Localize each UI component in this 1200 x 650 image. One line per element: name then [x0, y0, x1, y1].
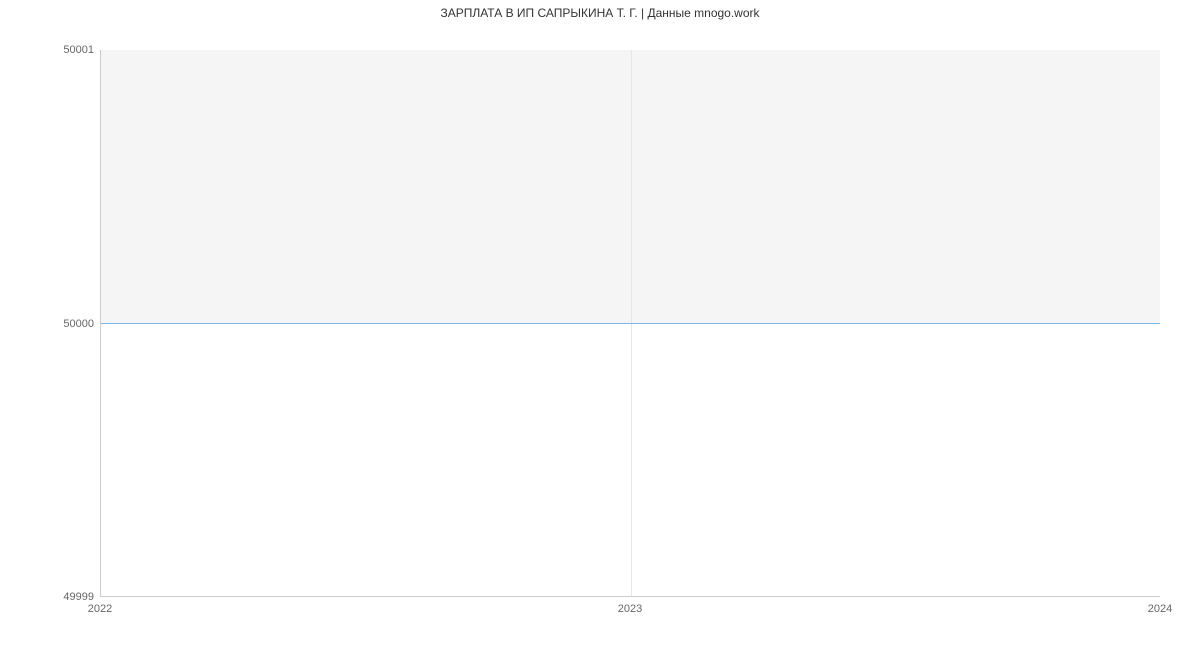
chart-title: ЗАРПЛАТА В ИП САПРЫКИНА Т. Г. | Данные m… — [0, 6, 1200, 20]
x-tick-label: 2022 — [88, 603, 112, 615]
y-tick-label: 50001 — [63, 44, 94, 56]
series-line — [101, 323, 1160, 324]
x-tick-label: 2023 — [618, 603, 642, 615]
chart-container: ЗАРПЛАТА В ИП САПРЫКИНА Т. Г. | Данные m… — [0, 0, 1200, 650]
y-tick-label: 50000 — [63, 318, 94, 330]
plot-area — [100, 50, 1160, 597]
x-tick-label: 2024 — [1148, 603, 1172, 615]
y-tick-label: 49999 — [63, 591, 94, 603]
